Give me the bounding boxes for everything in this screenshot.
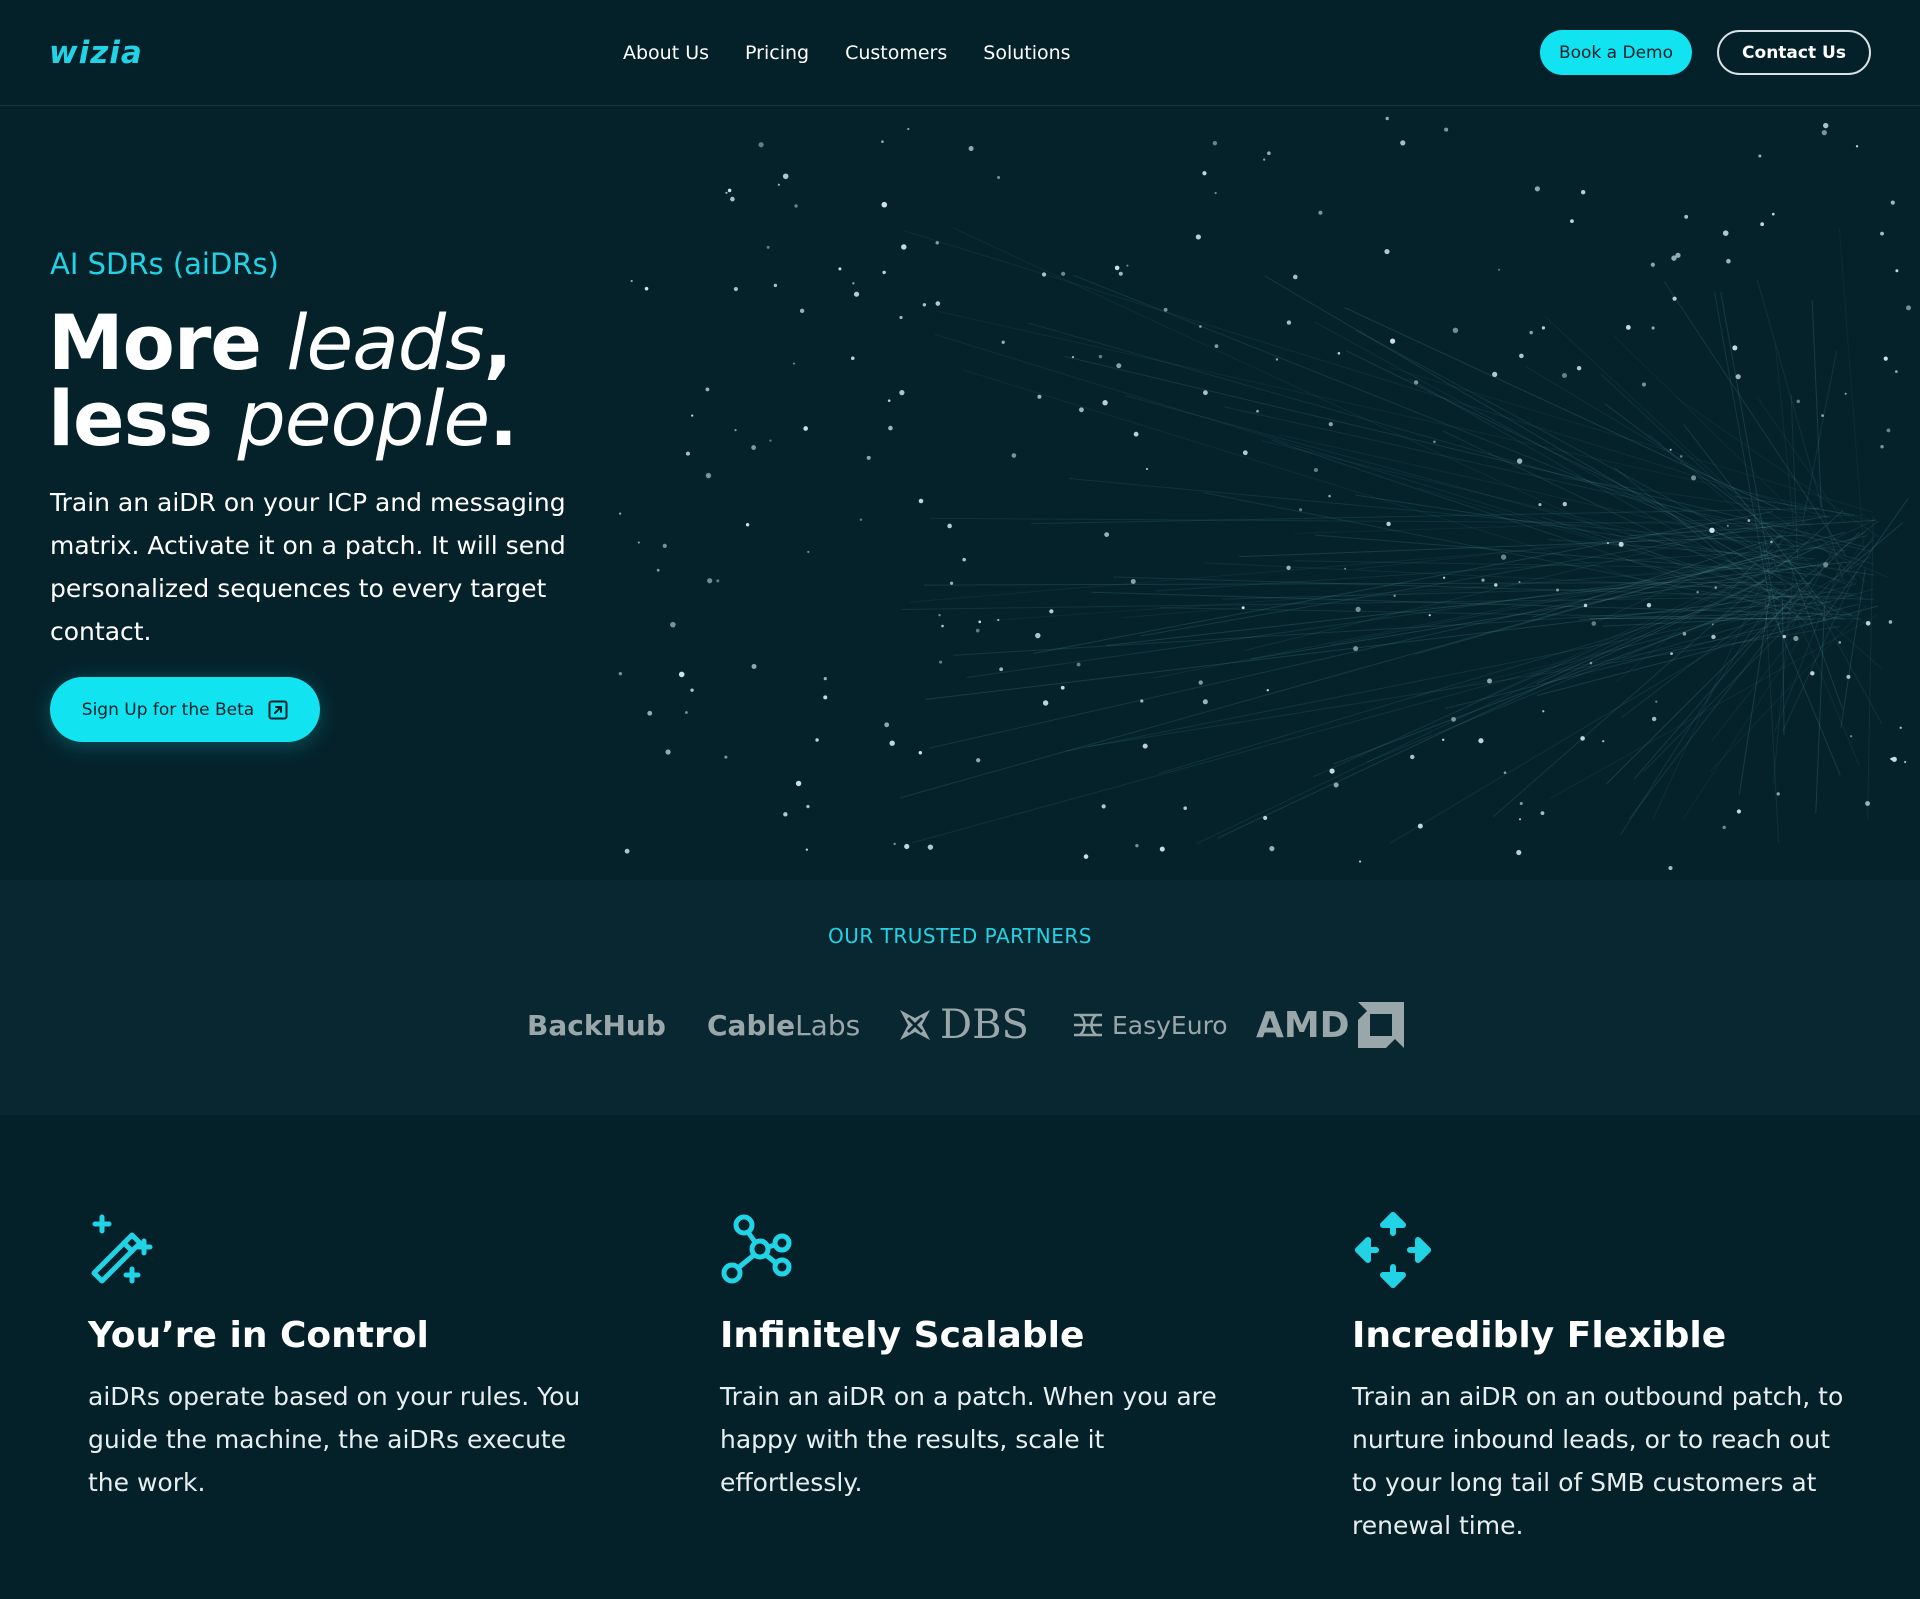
headline-period: . bbox=[489, 374, 518, 463]
easyeuro-logo-text: EasyEuro bbox=[1112, 1010, 1228, 1040]
feature-body: Train an aiDR on a patch. When you are h… bbox=[720, 1382, 1217, 1497]
page: wizia About Us Pricing Customers Solutio… bbox=[0, 0, 1920, 1599]
cablelabs-logo: Cable Labs bbox=[707, 990, 860, 1060]
contact-us-button[interactable]: Contact Us bbox=[1717, 30, 1871, 75]
main-nav: About Us Pricing Customers Solutions bbox=[623, 36, 1071, 70]
dbs-mark-icon bbox=[900, 1010, 930, 1040]
easyeuro-logo: EasyEuro bbox=[1072, 990, 1228, 1060]
particle-dots bbox=[618, 116, 1911, 871]
navbar: wizia About Us Pricing Customers Solutio… bbox=[0, 0, 1920, 106]
easyeuro-mark-icon bbox=[1074, 1013, 1102, 1037]
features-section: You’re in Control aiDRs operate based on… bbox=[0, 1115, 1920, 1599]
book-demo-button[interactable]: Book a Demo bbox=[1540, 30, 1692, 75]
nav-link-about-us[interactable]: About Us bbox=[623, 42, 709, 64]
feature-body: Train an aiDR on an outbound patch, to n… bbox=[1352, 1382, 1844, 1540]
trusted-partners-section: OUR TRUSTED PARTNERS BackHub Cable Labs D… bbox=[0, 880, 1920, 1115]
feature-title: Incredibly Flexible bbox=[1352, 1315, 1727, 1356]
hero-eyebrow: AI SDRs (aiDRs) bbox=[50, 247, 279, 281]
backhub-logo: BackHub bbox=[527, 1008, 666, 1042]
amd-logo: AMD bbox=[1256, 990, 1406, 1060]
feature-title: Infinitely Scalable bbox=[720, 1315, 1085, 1356]
feature-body: aiDRs operate based on your rules. You g… bbox=[88, 1382, 581, 1497]
dbs-logo-text: DBS bbox=[940, 1002, 1029, 1048]
cablelabs-logo-bold: Cable bbox=[707, 1008, 796, 1042]
hero-headline: More leads, less people. bbox=[48, 305, 518, 457]
amd-arrow-icon bbox=[1357, 1002, 1404, 1048]
nav-link-pricing[interactable]: Pricing bbox=[745, 42, 809, 64]
sign-up-beta-label: Sign Up for the Beta bbox=[81, 699, 255, 720]
nav-link-solutions[interactable]: Solutions bbox=[983, 42, 1070, 64]
nav-link-customers[interactable]: Customers bbox=[845, 42, 947, 64]
sign-up-beta-button[interactable]: Sign Up for the Beta bbox=[50, 677, 320, 742]
network-nodes-icon bbox=[721, 1214, 792, 1284]
cablelabs-logo-light: Labs bbox=[795, 1008, 861, 1042]
partner-logos: BackHub Cable Labs DBS EasyEuro AMD bbox=[0, 990, 1920, 1060]
partners-title: OUR TRUSTED PARTNERS bbox=[827, 924, 1092, 948]
hero-description: Train an aiDR on your ICP and messaging … bbox=[50, 488, 566, 646]
headline-people: people bbox=[237, 374, 491, 463]
magic-wand-icon bbox=[91, 1214, 153, 1284]
dbs-logo: DBS bbox=[896, 990, 1029, 1060]
amd-logo-text: AMD bbox=[1256, 1004, 1350, 1046]
particle-lines bbox=[899, 227, 1909, 845]
wizia-logo[interactable]: wizia bbox=[49, 36, 143, 70]
external-link-icon bbox=[268, 700, 288, 719]
move-arrows-icon bbox=[1355, 1212, 1431, 1288]
feature-title: You’re in Control bbox=[88, 1315, 429, 1356]
hero-section: AI SDRs (aiDRs) More leads, less people.… bbox=[0, 107, 1920, 880]
headline-less: less bbox=[48, 374, 213, 463]
